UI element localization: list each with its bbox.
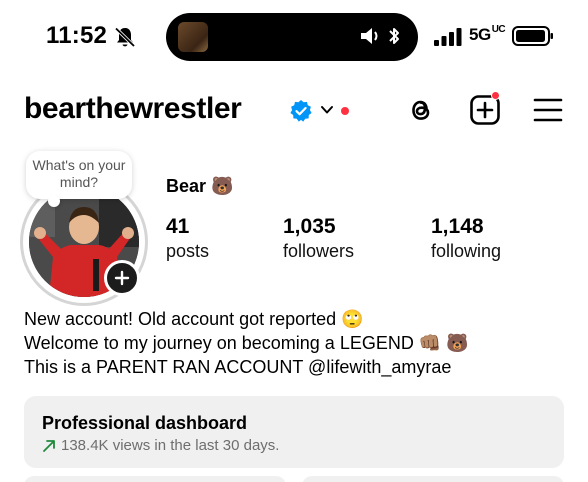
battery-icon (512, 26, 553, 46)
professional-dashboard-card[interactable]: Professional dashboard 138.4K views in t… (24, 396, 564, 468)
create-notification-dot (491, 91, 500, 100)
stat-following[interactable]: 1,148 following (431, 214, 501, 262)
stat-label: posts (166, 241, 210, 261)
stat-posts[interactable]: 41 posts (166, 214, 209, 262)
account-notification-dot (341, 107, 349, 115)
bluetooth-icon (389, 28, 399, 44)
hamburger-menu-icon[interactable] (533, 96, 563, 124)
stat-followers[interactable]: 1,035 followers (283, 214, 354, 262)
verified-badge-icon (290, 100, 312, 122)
profile-header: bearthewrestler (0, 86, 588, 136)
speaker-icon (361, 28, 378, 44)
now-playing-artwork (178, 22, 208, 52)
add-story-button[interactable] (104, 260, 140, 296)
bio: New account! Old account got reported 🙄 … (24, 307, 469, 379)
threads-icon[interactable] (405, 94, 437, 126)
action-button-right[interactable] (302, 476, 564, 482)
cellular-signal-icon (434, 28, 462, 46)
stat-label: followers (283, 241, 355, 261)
network-label: 5G (469, 25, 491, 44)
stat-label: following (431, 241, 502, 261)
network-suffix: UC (491, 24, 506, 35)
username-switcher[interactable]: bearthewrestler (24, 92, 242, 126)
chevron-down-icon[interactable] (320, 104, 334, 116)
stat-value: 41 (166, 215, 190, 238)
network-type: 5GUC (469, 24, 506, 45)
bio-line: New account! Old account got reported 🙄 (24, 309, 364, 329)
display-name: Bear 🐻 (166, 176, 234, 196)
status-bar: 11:52 5GUC (0, 0, 588, 74)
dashboard-views-text: 138.4K views in the last 30 days. (61, 437, 280, 454)
plus-icon (114, 270, 130, 286)
action-button-left[interactable] (24, 476, 286, 482)
dashboard-title: Professional dashboard (42, 413, 248, 433)
stat-value: 1,035 (283, 215, 336, 238)
bio-line: Welcome to my journey on becoming a LEGE… (24, 333, 469, 353)
dashboard-subtitle: 138.4K views in the last 30 days. (42, 437, 546, 454)
stat-value: 1,148 (431, 215, 484, 238)
action-buttons-row (24, 476, 564, 482)
trending-up-arrow-icon (43, 439, 55, 452)
island-indicators (360, 26, 400, 46)
status-time: 11:52 (46, 22, 108, 49)
bio-line[interactable]: This is a PARENT RAN ACCOUNT @lifewith_a… (24, 355, 469, 379)
note-bubble[interactable]: What's on your mind? (26, 151, 132, 207)
dynamic-island[interactable] (166, 13, 418, 61)
bell-muted-icon (114, 27, 136, 48)
